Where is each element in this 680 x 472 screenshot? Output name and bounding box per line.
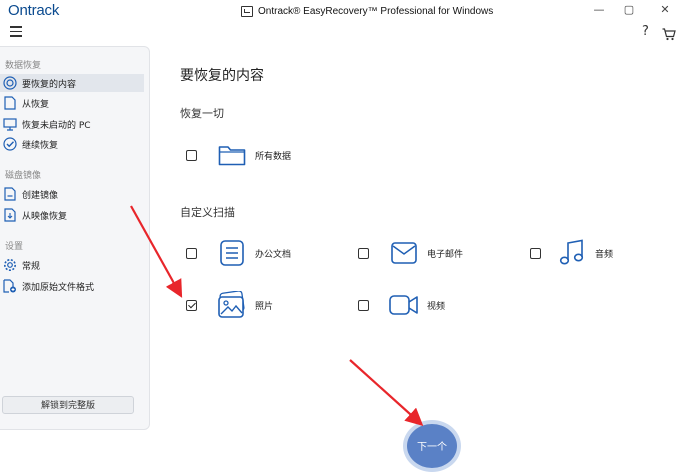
- document-icon: [2, 95, 18, 111]
- sidebar-item-label: 创建镜像: [22, 190, 59, 201]
- toolbar: ?: [0, 22, 680, 44]
- option-label: 照片: [255, 301, 274, 312]
- sidebar-item-label: 常规: [22, 261, 41, 272]
- custom-scan-heading: 自定义扫描: [180, 206, 235, 219]
- cart-icon[interactable]: [662, 26, 676, 45]
- next-button[interactable]: 下一个: [403, 420, 461, 472]
- office-documents-checkbox[interactable]: [186, 247, 197, 259]
- video-icon: [389, 290, 419, 320]
- mail-icon: [389, 238, 419, 268]
- music-icon: [557, 238, 587, 268]
- recover-all-heading: 恢复一切: [180, 107, 224, 120]
- page-title: 要恢复的内容: [180, 68, 264, 84]
- option-label: 电子邮件: [427, 249, 464, 260]
- sidebar-item-recover-unbootable-pc[interactable]: 恢复未启动的 PC: [0, 115, 144, 133]
- minimize-button[interactable]: —: [590, 2, 608, 18]
- option-office-documents[interactable]: 办公文档: [186, 238, 291, 268]
- help-icon[interactable]: ?: [642, 24, 649, 39]
- check-circle-icon: [2, 136, 18, 152]
- menu-icon[interactable]: [10, 26, 22, 38]
- sidebar-item-create-image[interactable]: 创建镜像: [0, 185, 144, 203]
- sidebar-item-label: 添加原始文件格式: [22, 282, 95, 293]
- option-label: 视频: [427, 301, 446, 312]
- sidebar: 数据恢复 要恢复的内容 从恢复 恢复未启动的 PC 继续恢复 磁盘镜像 创建镜像: [0, 46, 150, 430]
- option-photos[interactable]: 照片: [186, 290, 273, 320]
- gear-icon: [2, 257, 18, 273]
- option-label: 办公文档: [255, 249, 292, 260]
- document-icon: [217, 238, 247, 268]
- sidebar-section-title: 数据恢复: [5, 61, 42, 71]
- maximize-button[interactable]: ▢: [620, 2, 638, 18]
- add-file-icon: [2, 278, 18, 294]
- option-all-data[interactable]: 所有数据: [186, 140, 291, 170]
- sidebar-item-label: 继续恢复: [22, 140, 59, 151]
- upgrade-button[interactable]: 解锁到完整版: [2, 396, 134, 414]
- option-video[interactable]: 视频: [358, 290, 445, 320]
- audio-checkbox[interactable]: [530, 247, 541, 259]
- option-label: 所有数据: [255, 151, 292, 162]
- folder-icon: [217, 140, 247, 170]
- sidebar-item-continue-recovery[interactable]: 继续恢复: [0, 135, 144, 153]
- photo-icon: [217, 290, 247, 320]
- create-image-icon: [2, 186, 18, 202]
- option-email[interactable]: 电子邮件: [358, 238, 463, 268]
- monitor-icon: [2, 116, 18, 132]
- annotation-arrow: [349, 359, 424, 426]
- sidebar-item-label: 从映像恢复: [22, 211, 68, 222]
- all-data-checkbox[interactable]: [186, 149, 197, 161]
- window-title-text: Ontrack® EasyRecovery™ Professional for …: [258, 5, 494, 17]
- email-checkbox[interactable]: [358, 247, 369, 259]
- option-audio[interactable]: 音频: [530, 238, 613, 268]
- sidebar-item-general[interactable]: 常规: [0, 256, 144, 274]
- title-bar: Ontrack Ontrack® EasyRecovery™ Professio…: [0, 0, 680, 22]
- sidebar-item-recover-from[interactable]: 从恢复: [0, 94, 144, 112]
- close-button[interactable]: ✕: [656, 2, 674, 18]
- sidebar-item-label: 要恢复的内容: [22, 79, 77, 90]
- sidebar-section-title: 磁盘镜像: [5, 171, 42, 181]
- restore-image-icon: [2, 207, 18, 223]
- sidebar-section-title: 设置: [5, 242, 24, 252]
- sidebar-item-label: 从恢复: [22, 99, 50, 110]
- photos-checkbox[interactable]: [186, 299, 197, 311]
- window-title: Ontrack® EasyRecovery™ Professional for …: [241, 4, 493, 18]
- sidebar-item-label: 恢复未启动的 PC: [22, 120, 91, 131]
- sidebar-item-add-raw-file-format[interactable]: 添加原始文件格式: [0, 277, 144, 295]
- app-logo: Ontrack: [8, 2, 60, 19]
- video-checkbox[interactable]: [358, 299, 369, 311]
- option-label: 音频: [595, 249, 614, 260]
- sidebar-item-what-to-recover[interactable]: 要恢复的内容: [0, 74, 144, 92]
- app-icon: [241, 5, 253, 17]
- sidebar-item-restore-from-image[interactable]: 从映像恢复: [0, 206, 144, 224]
- target-icon: [2, 75, 18, 91]
